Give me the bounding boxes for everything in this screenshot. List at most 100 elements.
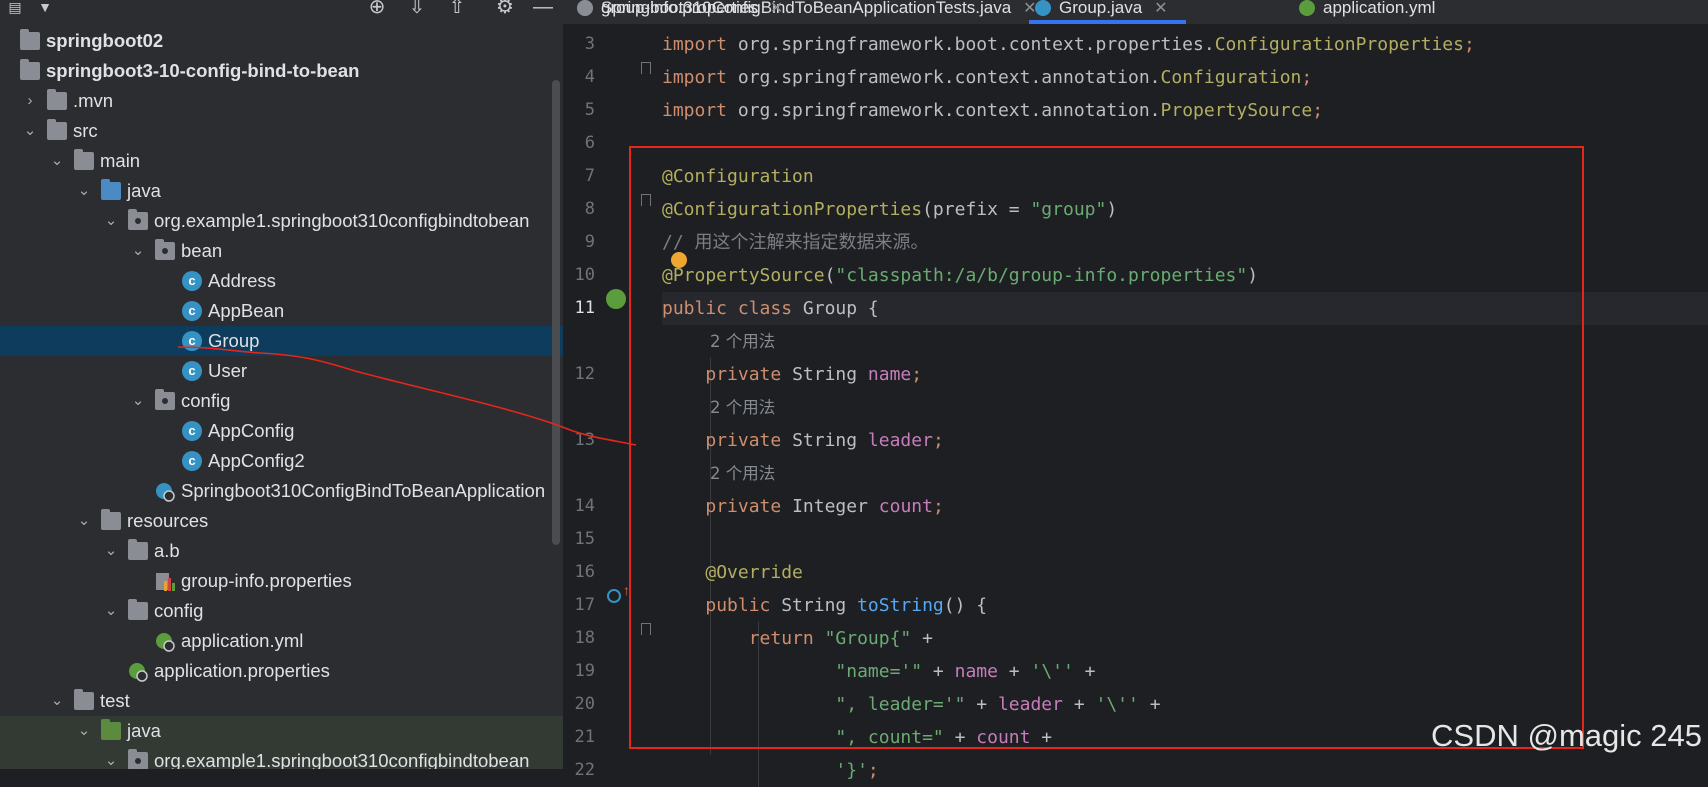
tree-item-a-b[interactable]: ⌄ a.b [0, 536, 563, 566]
tree-item-label: application.yml [181, 630, 304, 651]
tree-item--mvn[interactable]: › .mvn [0, 86, 563, 116]
close-icon[interactable]: ✕ [1154, 0, 1167, 17]
tree-item-label: AppConfig [208, 420, 295, 441]
close-icon[interactable]: ✕ [770, 0, 783, 17]
tree-item-org-example1-springboot310configbindtobean[interactable]: ⌄ org.example1.springboot310configbindtob… [0, 746, 563, 769]
chevron-down-icon[interactable]: ⌄ [104, 746, 118, 769]
code-token: ; [867, 760, 879, 781]
tree-item-label: main [100, 150, 141, 171]
chevron-down-icon[interactable]: ⌄ [77, 716, 91, 746]
tree-item-group-info-properties[interactable]: group-info.properties [0, 566, 563, 596]
chevron-down-icon[interactable]: ⌄ [104, 536, 118, 566]
chevron-down-icon[interactable]: ⌄ [23, 116, 37, 146]
tree-item-bean[interactable]: ⌄ bean [0, 236, 563, 266]
code-line[interactable]: '}'; [662, 754, 1708, 787]
tab-label: application.yml [1323, 0, 1436, 17]
override-gutter-icon[interactable] [607, 589, 621, 603]
code-line[interactable]: import org.springframework.boot.context.… [662, 28, 1708, 61]
tree-item-label: java [127, 720, 161, 741]
chevron-down-icon[interactable]: ⌄ [77, 506, 91, 536]
tree-item-appconfig[interactable]: c AppConfig [0, 416, 563, 446]
code-token: ConfigurationProperties [1214, 34, 1464, 55]
tree-item-label: group-info.properties [181, 570, 352, 591]
tree-item-group[interactable]: c Group [0, 326, 563, 356]
code-token: ; [1312, 100, 1324, 121]
tab-group-info-properties[interactable]: group-info.properties ✕ [571, 0, 783, 22]
tree-item-application-properties[interactable]: application.properties [0, 656, 563, 686]
tree-item-application-yml[interactable]: application.yml [0, 626, 563, 656]
tree-item-java[interactable]: ⌄ java [0, 716, 563, 746]
spring-config-icon [155, 631, 175, 652]
tree-item-config[interactable]: ⌄ config [0, 596, 563, 626]
line-number: 13 [574, 430, 595, 450]
line-number: 17 [574, 595, 595, 615]
tree-item-org-example1-springboot310configbindtobean[interactable]: ⌄ org.example1.springboot310configbindtob… [0, 206, 563, 236]
chevron-down-icon[interactable]: ⌄ [50, 686, 64, 716]
code-token: org.springframework.context.annotation. [727, 67, 1161, 88]
tree-item-label: resources [127, 510, 209, 531]
gear-icon[interactable]: ⚙ [492, 0, 518, 17]
tree-item-springboot02[interactable]: springboot02 [0, 26, 563, 56]
folder-icon [47, 89, 67, 110]
chevron-down-icon[interactable]: ▼ [32, 0, 58, 16]
locate-icon[interactable]: ⊕ [364, 0, 390, 17]
tree-item-user[interactable]: c User [0, 356, 563, 386]
chevron-right-icon[interactable]: › [23, 86, 37, 116]
code-line[interactable]: import org.springframework.context.annot… [662, 94, 1708, 127]
tree-item-label: springboot02 [46, 30, 164, 51]
class-icon: c [182, 421, 202, 441]
line-number: 7 [584, 166, 595, 186]
code-token: Configuration [1160, 67, 1302, 88]
tree-item-appconfig2[interactable]: c AppConfig2 [0, 446, 563, 476]
folder-icon [74, 149, 94, 170]
tree-item-src[interactable]: ⌄ src [0, 116, 563, 146]
folder-icon [47, 119, 67, 140]
test-folder-icon [101, 719, 121, 740]
collapse-all-icon[interactable]: ⇧ [444, 0, 470, 17]
spring-config-icon [1299, 0, 1315, 16]
chevron-down-icon[interactable]: ⌄ [131, 236, 145, 266]
tree-item-springboot310configbindtobeanapplication[interactable]: Springboot310ConfigBindToBeanApplication [0, 476, 563, 506]
project-scrollbar[interactable] [552, 80, 560, 545]
fold-marker-icon[interactable] [641, 62, 651, 74]
package-icon [155, 389, 175, 410]
tree-item-label: Address [208, 270, 276, 291]
tree-item-springboot3-10-config-bind-to-bean[interactable]: springboot3-10-config-bind-to-bean [0, 56, 563, 86]
code-token: ; [1463, 34, 1475, 55]
line-number: 21 [574, 727, 595, 747]
chevron-down-icon[interactable]: ⌄ [104, 596, 118, 626]
code-token: import [662, 67, 728, 88]
bean-gutter-icon[interactable] [606, 289, 626, 309]
line-number: 11 [574, 298, 595, 318]
chevron-down-icon[interactable]: ⌄ [131, 386, 145, 416]
expand-all-icon[interactable]: ⇩ [404, 0, 430, 17]
code-token: '}' [835, 760, 868, 781]
tree-item-appbean[interactable]: c AppBean [0, 296, 563, 326]
line-number: 5 [584, 100, 595, 120]
tree-item-address[interactable]: c Address [0, 266, 563, 296]
class-icon: c [182, 361, 202, 381]
code-token: import [662, 100, 728, 121]
tab-group-java[interactable]: Group.java ✕ [1029, 0, 1186, 24]
line-number: 20 [574, 694, 595, 714]
chevron-down-icon[interactable]: ⌄ [104, 206, 118, 236]
tab-application-yml[interactable]: application.yml [1293, 0, 1435, 22]
sidebar-menu-icon[interactable]: ▤ [2, 0, 28, 16]
code-line[interactable]: import org.springframework.context.annot… [662, 61, 1708, 94]
chevron-down-icon[interactable]: ⌄ [77, 176, 91, 206]
class-icon: c [182, 331, 202, 351]
tree-item-test[interactable]: ⌄ test [0, 686, 563, 716]
line-number: 22 [574, 760, 595, 780]
tree-item-resources[interactable]: ⌄ resources [0, 506, 563, 536]
tree-item-label: springboot3-10-config-bind-to-bean [46, 60, 360, 81]
tree-item-config[interactable]: ⌄ config [0, 386, 563, 416]
resources-folder-icon [101, 509, 121, 530]
chevron-down-icon[interactable]: ⌄ [50, 146, 64, 176]
tree-item-java[interactable]: ⌄ java [0, 176, 563, 206]
code-token: ; [1301, 67, 1313, 88]
hide-panel-icon[interactable]: — [530, 0, 556, 17]
line-number: 6 [584, 133, 595, 153]
tree-item-main[interactable]: ⌄ main [0, 146, 563, 176]
code-token: import [662, 34, 728, 55]
